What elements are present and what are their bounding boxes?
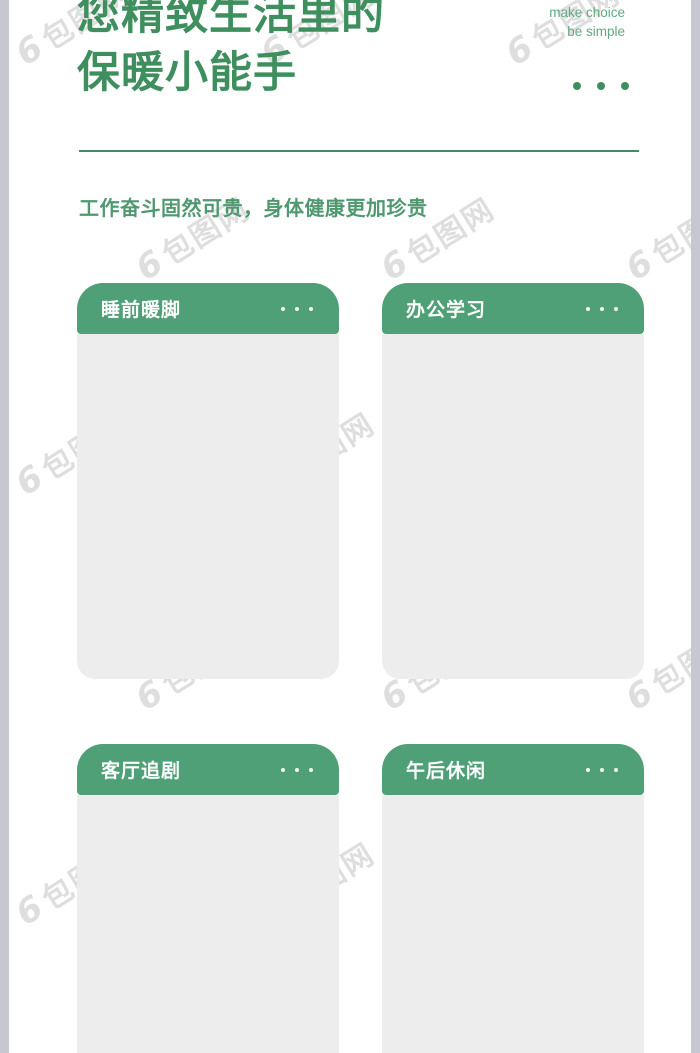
dot-3 [309,767,313,772]
feature-card-header[interactable]: 客厅追剧 [77,744,339,795]
feature-card-image-placeholder [77,795,339,1053]
dot-2 [597,82,605,90]
more-options-icon[interactable] [281,306,313,311]
feature-card-title: 办公学习 [406,300,487,321]
watermark-text: 6包图网 [9,1045,12,1053]
page-title-line-2: 保暖小能手 [77,49,297,97]
dot-3 [614,306,618,311]
feature-card-image-placeholder [382,334,644,679]
feature-card-title: 午后休闲 [406,761,487,782]
feature-card[interactable]: 午后休闲 [382,744,644,1053]
dot-2 [295,767,299,772]
dot-2 [600,306,604,311]
feature-card-header[interactable]: 办公学习 [382,283,644,334]
dot-1 [281,767,285,772]
dot-1 [586,306,590,311]
more-options-icon[interactable] [281,767,313,772]
ellipsis-decoration-icon [573,82,629,90]
feature-card-image-placeholder [77,334,339,679]
dot-2 [295,306,299,311]
dot-3 [621,82,629,90]
dot-1 [586,767,590,772]
tagline: make choice be simple [549,3,625,41]
watermark-text: 6包图网 [9,621,12,703]
tagline-line-1: make choice [549,5,625,20]
subtitle: 工作奋斗固然可贵，身体健康更加珍贵 [79,198,428,220]
watermark-text: 6包图网 [9,191,12,273]
watermark-text: 6包图网 [619,191,691,289]
dot-1 [573,82,581,90]
page-title-line-1: 您精致生活里的 [77,0,385,39]
feature-card-image-placeholder [382,795,644,1053]
feature-card-title: 客厅追剧 [101,761,182,782]
dot-2 [600,767,604,772]
feature-card[interactable]: 办公学习 [382,283,644,679]
more-options-icon[interactable] [586,767,618,772]
tagline-line-2: be simple [567,24,625,39]
more-options-icon[interactable] [586,306,618,311]
feature-card[interactable]: 睡前暖脚 [77,283,339,679]
dot-1 [281,306,285,311]
feature-card-header[interactable]: 睡前暖脚 [77,283,339,334]
feature-card-header[interactable]: 午后休闲 [382,744,644,795]
dot-3 [309,306,313,311]
feature-card[interactable]: 客厅追剧 [77,744,339,1053]
divider [79,150,639,152]
page-root: 您精致生活里的 保暖小能手 make choice be simple 工作奋斗… [0,0,700,1053]
dot-3 [614,767,618,772]
feature-card-title: 睡前暖脚 [101,300,182,321]
page-title: 您精致生活里的 保暖小能手 [77,0,385,102]
